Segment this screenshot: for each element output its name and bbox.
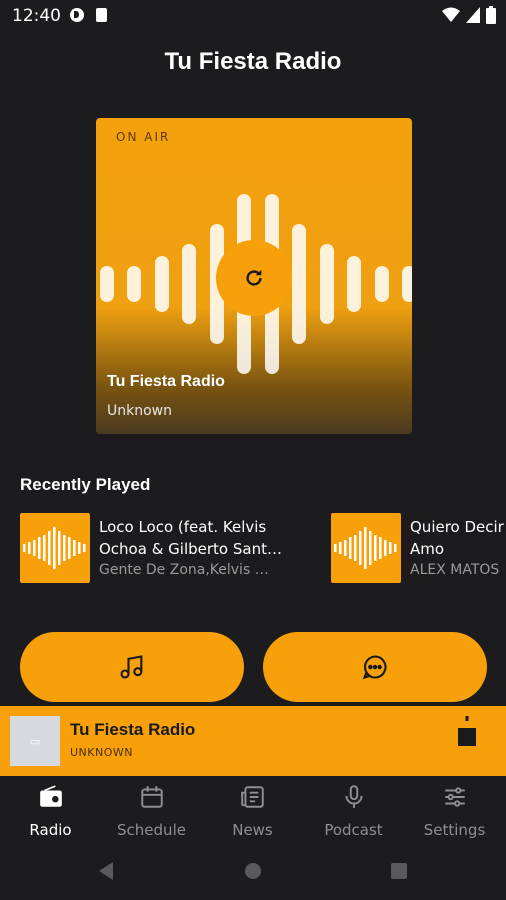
nav-label: Podcast: [324, 821, 383, 839]
nav-label: Radio: [29, 821, 72, 839]
nav-item-news[interactable]: News: [202, 784, 303, 839]
system-navigation-bar: [0, 850, 506, 900]
mini-player-title: Tu Fiesta Radio: [70, 720, 196, 739]
nav-item-settings[interactable]: Settings: [404, 784, 505, 839]
status-time: 12:40: [12, 6, 61, 26]
recent-thumb: [331, 513, 401, 583]
cell-signal-icon: [466, 7, 480, 23]
home-icon[interactable]: [244, 862, 262, 880]
sd-card-icon: [96, 8, 107, 22]
nav-item-radio[interactable]: Radio: [0, 784, 101, 839]
refresh-button[interactable]: [216, 240, 292, 316]
recently-played-heading: Recently Played: [20, 475, 151, 494]
recents-icon[interactable]: [390, 862, 408, 880]
nav-label: Schedule: [117, 821, 186, 839]
stop-button[interactable]: [450, 716, 484, 764]
page-title: Tu Fiesta Radio: [164, 48, 342, 75]
bottom-navigation: Radio Schedule News Podcast Settings: [0, 776, 506, 850]
now-playing-artwork: ON AIR Tu Fiesta Radio Unknown: [96, 118, 412, 434]
newspaper-icon: [240, 786, 264, 808]
waveform-icon: [23, 527, 86, 569]
recent-item[interactable]: Quiero Decir Amo ALEX MATOS: [331, 513, 506, 583]
wifi-icon: [442, 7, 460, 22]
back-icon[interactable]: [96, 861, 116, 881]
nav-item-podcast[interactable]: Podcast: [303, 784, 404, 839]
nav-label: News: [232, 821, 273, 839]
nav-label: Settings: [423, 821, 486, 839]
station-artist: Unknown: [107, 403, 172, 419]
mini-player[interactable]: ▭ Tu Fiesta Radio UNKNOWN: [0, 706, 506, 776]
music-note-icon: [120, 655, 143, 679]
calendar-icon: [140, 786, 163, 808]
battery-icon: [486, 6, 496, 24]
status-bar: 12:40: [0, 0, 506, 32]
radio-icon: [39, 785, 62, 807]
recent-title: Loco Loco (feat. Kelvis Ochoa & Gilberto…: [99, 518, 282, 558]
recent-title: Quiero Decir Amo: [410, 518, 504, 558]
notification-icon: [70, 8, 84, 22]
microphone-icon: [344, 785, 363, 808]
music-button[interactable]: [20, 632, 244, 702]
chat-button[interactable]: [263, 632, 487, 702]
recent-item[interactable]: Loco Loco (feat. Kelvis Ochoa & Gilberto…: [20, 513, 320, 583]
recent-artist: Gente De Zona,Kelvis …: [99, 562, 269, 578]
station-name: Tu Fiesta Radio: [107, 373, 225, 390]
recently-played-list[interactable]: Loco Loco (feat. Kelvis Ochoa & Gilberto…: [20, 513, 506, 585]
recent-thumb: [20, 513, 90, 583]
refresh-icon: [246, 269, 262, 286]
mini-player-thumb: ▭: [10, 716, 60, 766]
nav-item-schedule[interactable]: Schedule: [101, 784, 202, 839]
sliders-icon: [444, 787, 465, 807]
chat-bubble-icon: [362, 655, 387, 680]
mini-player-subtitle: UNKNOWN: [70, 746, 133, 759]
waveform-icon: [334, 527, 397, 569]
recent-artist: ALEX MATOS: [410, 562, 500, 578]
